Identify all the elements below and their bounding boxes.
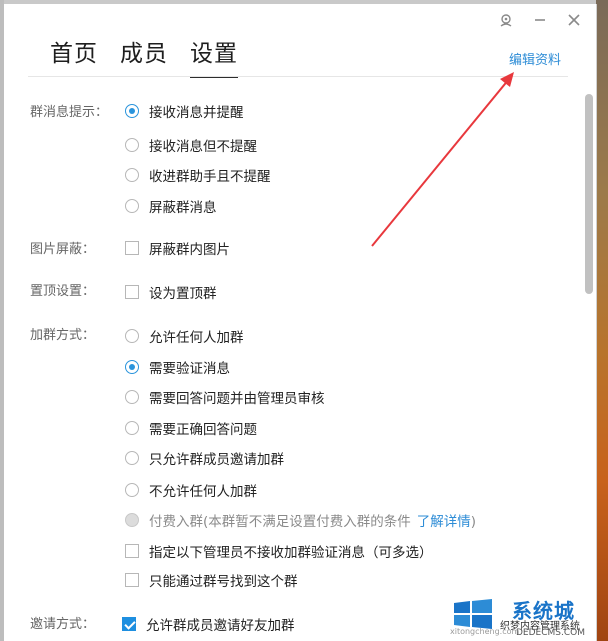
option-label: 接收消息但不提醒 [149, 139, 257, 155]
windows-logo-icon [454, 599, 492, 629]
option-label: 屏蔽群内图片 [149, 242, 230, 258]
radio-member-invite-only[interactable]: 只允许群成员邀请加群 [125, 448, 284, 468]
tab-home[interactable]: 首页 [50, 34, 98, 78]
minimize-button[interactable] [532, 12, 548, 28]
radio-button[interactable] [125, 483, 139, 497]
invite-label: 邀请方式： [30, 617, 96, 632]
tab-members[interactable]: 成员 [120, 34, 168, 78]
radio-correct-answer[interactable]: 需要正确回答问题 [125, 418, 257, 438]
header-divider [28, 76, 568, 77]
window-controls [498, 12, 582, 28]
option-label: 屏蔽群消息 [149, 200, 217, 216]
radio-button[interactable] [125, 421, 139, 435]
edit-profile-link[interactable]: 编辑资料 [509, 49, 561, 68]
learn-more-link[interactable]: 了解详情 [417, 514, 471, 530]
option-label: 只能通过群号找到这个群 [149, 574, 298, 590]
skin-button[interactable] [498, 12, 514, 28]
radio-accept-notify[interactable]: 接收消息并提醒 [125, 101, 244, 121]
radio-button[interactable] [125, 329, 139, 343]
radio-answer-review[interactable]: 需要回答问题并由管理员审核 [125, 387, 325, 407]
msg-notify-label: 群消息提示： [30, 105, 109, 120]
option-label: 需要正确回答问题 [149, 422, 257, 438]
image-block-label: 图片屏蔽： [30, 242, 96, 257]
scrollbar-thumb[interactable] [585, 94, 593, 294]
radio-button[interactable] [125, 390, 139, 404]
radio-paid-join: 付费入群(本群暂不满足设置付费入群的条件 了解详情) [125, 510, 476, 530]
option-label: 接收消息并提醒 [149, 105, 244, 121]
paid-join-close: ) [470, 514, 477, 530]
checkbox[interactable] [125, 285, 139, 299]
watermark: 系统城 织梦内容管理系统 DEDECMS.COM xitongcheng.com [450, 595, 600, 639]
paid-join-text: 付费入群(本群暂不满足设置付费入群的条件 [149, 514, 411, 530]
checkbox-admin-no-verify[interactable]: 指定以下管理员不接收加群验证消息（可多选） [125, 541, 433, 561]
radio-button[interactable] [125, 199, 139, 213]
group-settings-window: 首页 成员 设置 编辑资料 群消息提示： 接收消息并提醒 接收消息但不提醒 收进… [4, 4, 597, 641]
skin-icon [500, 14, 512, 27]
tab-bar: 首页 成员 设置 [50, 34, 238, 78]
option-label: 付费入群(本群暂不满足设置付费入群的条件 了解详情) [149, 510, 476, 530]
radio-block-messages[interactable]: 屏蔽群消息 [125, 196, 217, 216]
option-label: 允许群成员邀请好友加群 [146, 618, 295, 634]
desktop-background-strip [596, 0, 608, 641]
radio-button[interactable] [125, 451, 139, 465]
checkbox[interactable] [125, 573, 139, 587]
radio-button [125, 513, 139, 527]
option-label: 需要验证消息 [149, 361, 230, 377]
option-label: 收进群助手且不提醒 [149, 169, 271, 185]
watermark-site: DEDECMS.COM [516, 628, 585, 638]
radio-button[interactable] [125, 168, 139, 182]
radio-group-assistant[interactable]: 收进群助手且不提醒 [125, 165, 271, 185]
option-label: 指定以下管理员不接收加群验证消息（可多选） [149, 545, 433, 561]
checkbox-pin-group[interactable]: 设为置顶群 [125, 282, 217, 302]
checkbox[interactable] [125, 544, 139, 558]
option-label: 不允许任何人加群 [149, 484, 257, 500]
checkbox-find-by-number-only[interactable]: 只能通过群号找到这个群 [125, 570, 298, 590]
close-button[interactable] [566, 12, 582, 28]
checkbox-allow-invite[interactable]: 允许群成员邀请好友加群 [122, 614, 295, 634]
option-label: 允许任何人加群 [149, 330, 244, 346]
pin-label: 置顶设置： [30, 284, 96, 299]
option-label: 设为置顶群 [149, 286, 217, 302]
option-label: 需要回答问题并由管理员审核 [149, 391, 325, 407]
tab-settings[interactable]: 设置 [190, 34, 238, 78]
radio-button[interactable] [125, 360, 139, 374]
radio-accept-silent[interactable]: 接收消息但不提醒 [125, 135, 257, 155]
checkbox[interactable] [122, 617, 136, 631]
close-icon [568, 14, 580, 26]
watermark-url: xitongcheng.com [450, 627, 520, 636]
radio-allow-anyone[interactable]: 允许任何人加群 [125, 326, 244, 346]
radio-require-verify[interactable]: 需要验证消息 [125, 357, 230, 377]
option-label: 只允许群成员邀请加群 [149, 452, 284, 468]
radio-nobody[interactable]: 不允许任何人加群 [125, 480, 257, 500]
join-method-label: 加群方式： [30, 328, 96, 343]
checkbox[interactable] [125, 241, 139, 255]
minimize-icon [535, 19, 545, 21]
scrollbar[interactable] [584, 74, 594, 641]
radio-button[interactable] [125, 104, 139, 118]
checkbox-block-images[interactable]: 屏蔽群内图片 [125, 238, 230, 258]
radio-button[interactable] [125, 138, 139, 152]
